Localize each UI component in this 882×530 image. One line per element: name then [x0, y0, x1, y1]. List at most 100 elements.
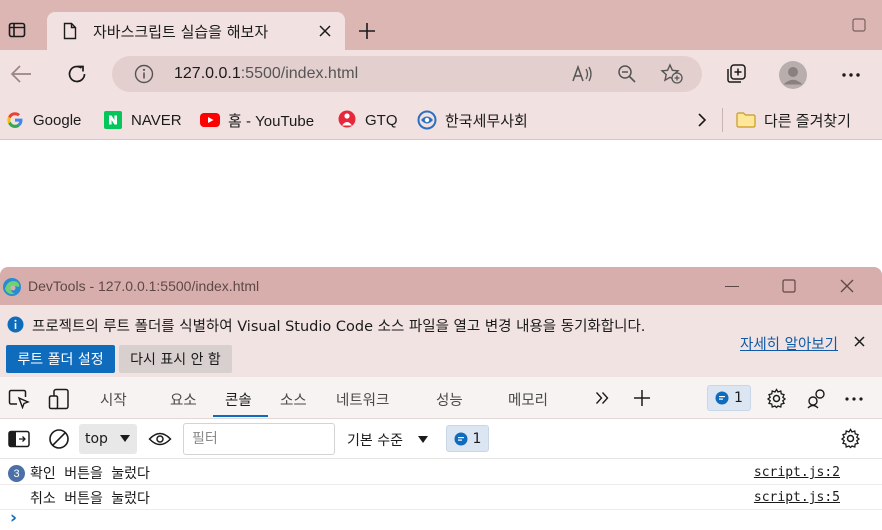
divider: [722, 108, 723, 132]
console-log-row: 취소 버튼을 눌렀다 script.js:5: [0, 485, 882, 510]
bookmark-youtube[interactable]: 홈 - YouTube: [200, 108, 314, 132]
tab-elements[interactable]: 요소: [170, 389, 197, 410]
tab-title: 자바스크립트 실습을 해보자: [93, 23, 269, 41]
folder-icon: [736, 110, 756, 130]
show-sidebar-icon[interactable]: [8, 430, 30, 448]
dropdown-triangle-icon: [120, 435, 130, 442]
log-levels-label: 기본 수준: [347, 433, 403, 449]
kacpta-icon: [417, 110, 437, 130]
close-icon[interactable]: [840, 279, 854, 293]
devtools-tab-strip: 시작 요소 콘솔 소스 네트워크 성능 메모리 1: [0, 377, 882, 419]
log-source-link[interactable]: script.js:2: [754, 465, 840, 480]
tab-network[interactable]: 네트워크: [336, 389, 389, 410]
page-viewport: [0, 141, 882, 267]
filter-input[interactable]: [183, 423, 335, 455]
console-prompt-row[interactable]: ›: [0, 508, 882, 530]
page-icon: [63, 22, 77, 40]
message-icon: [715, 391, 729, 405]
other-favorites[interactable]: 다른 즐겨찾기: [736, 108, 851, 132]
refresh-icon[interactable]: [66, 63, 88, 85]
context-label: top: [85, 431, 108, 447]
bookmark-label: 홈 - YouTube: [228, 112, 315, 130]
more-options-icon[interactable]: [841, 72, 861, 78]
url-path: :5500/index.html: [240, 65, 359, 82]
favorites-bar: Google NAVER 홈 - YouTube GTQ 한국세무사회 다른 즐…: [0, 100, 882, 140]
device-emulation-icon[interactable]: [48, 388, 70, 410]
minimize-icon[interactable]: [725, 286, 739, 288]
message-icon: [454, 432, 468, 445]
active-tab[interactable]: 자바스크립트 실습을 해보자: [47, 12, 345, 50]
more-tabs-icon[interactable]: [595, 391, 609, 405]
url-host: 127.0.0.1: [174, 65, 241, 82]
infobar-message: 프로젝트의 루트 폴더를 식별하여 Visual Studio Code 소스 …: [32, 319, 646, 335]
settings-gear-icon[interactable]: [766, 388, 787, 409]
issues-badge[interactable]: 1: [446, 425, 489, 452]
tab-welcome[interactable]: 시작: [100, 389, 127, 410]
gtq-icon: [337, 110, 357, 130]
back-icon[interactable]: [10, 64, 32, 84]
browser-tab-bar: 자바스크립트 실습을 해보자: [0, 0, 882, 50]
messages-count: 1: [734, 390, 743, 406]
bookmark-label: GTQ: [365, 111, 398, 129]
clear-console-icon[interactable]: [48, 428, 70, 450]
console-log-row: 3 확인 버튼을 눌렀다 script.js:2: [0, 460, 882, 485]
browser-toolbar: 127.0.0.1:5500/index.html: [0, 50, 882, 100]
chevron-right-icon[interactable]: [697, 112, 707, 128]
add-favorite-icon[interactable]: [660, 63, 684, 85]
close-infobar-icon[interactable]: [854, 336, 865, 347]
other-favorites-label: 다른 즐겨찾기: [764, 112, 851, 130]
maximize-icon[interactable]: [852, 18, 866, 32]
read-aloud-icon[interactable]: [572, 65, 594, 83]
console-toolbar: top 기본 수준 1: [0, 419, 882, 459]
new-tab-icon[interactable]: [358, 22, 376, 40]
bookmark-gtq[interactable]: GTQ: [337, 108, 398, 132]
vscode-infobar: 프로젝트의 루트 폴더를 식별하여 Visual Studio Code 소스 …: [0, 305, 882, 377]
console-settings-gear-icon[interactable]: [840, 428, 861, 449]
bookmark-kacpta[interactable]: 한국세무사회: [417, 108, 528, 132]
live-expression-eye-icon[interactable]: [148, 432, 172, 446]
context-selector[interactable]: top: [79, 424, 137, 454]
tab-memory[interactable]: 메모리: [508, 389, 548, 410]
active-tab-indicator: [213, 415, 268, 417]
feedback-icon[interactable]: [806, 388, 828, 409]
maximize-icon[interactable]: [782, 279, 796, 293]
bookmark-label: 한국세무사회: [445, 112, 528, 130]
url-text[interactable]: 127.0.0.1:5500/index.html: [174, 65, 358, 83]
address-bar[interactable]: 127.0.0.1:5500/index.html: [112, 56, 702, 92]
dont-show-again-button[interactable]: 다시 표시 안 함: [119, 345, 232, 373]
info-icon: [7, 316, 24, 333]
bookmark-google[interactable]: Google: [5, 108, 81, 132]
log-message: 확인 버튼을 눌렀다: [30, 466, 150, 482]
issues-count: 1: [472, 430, 482, 447]
add-tool-icon[interactable]: [633, 389, 651, 407]
youtube-icon: [200, 110, 220, 130]
log-source-link[interactable]: script.js:5: [754, 490, 840, 505]
bookmark-naver[interactable]: NAVER: [103, 108, 182, 132]
tab-performance[interactable]: 성능: [436, 389, 463, 410]
log-message: 취소 버튼을 눌렀다: [30, 491, 150, 507]
inspect-element-icon[interactable]: [8, 389, 30, 409]
customize-devtools-icon[interactable]: [845, 397, 863, 401]
tab-actions-icon[interactable]: [8, 21, 26, 39]
repeat-count-badge: 3: [8, 465, 25, 482]
profile-avatar[interactable]: [779, 61, 807, 89]
dropdown-triangle-icon: [418, 436, 429, 443]
bookmark-label: Google: [33, 111, 82, 129]
prompt-chevron: ›: [10, 508, 18, 528]
devtools-title-bar: DevTools - 127.0.0.1:5500/index.html: [0, 267, 882, 305]
naver-icon: [103, 110, 123, 130]
devtools-title: DevTools - 127.0.0.1:5500/index.html: [28, 278, 260, 294]
tab-console[interactable]: 콘솔: [225, 389, 252, 410]
zoom-icon[interactable]: [617, 64, 637, 84]
edge-logo-icon: [2, 277, 22, 297]
site-info-icon[interactable]: [134, 64, 154, 84]
tab-sources[interactable]: 소스: [280, 389, 307, 410]
messages-badge[interactable]: 1: [707, 385, 751, 411]
log-levels-dropdown[interactable]: 기본 수준: [347, 430, 429, 450]
set-root-folder-button[interactable]: 루트 폴더 설정: [6, 345, 115, 373]
close-tab-icon[interactable]: [319, 25, 331, 37]
collections-icon[interactable]: [725, 63, 747, 85]
devtools-window: DevTools - 127.0.0.1:5500/index.html 프로젝…: [0, 267, 882, 530]
learn-more-link[interactable]: 자세히 알아보기: [740, 333, 838, 354]
bookmark-label: NAVER: [131, 111, 182, 129]
